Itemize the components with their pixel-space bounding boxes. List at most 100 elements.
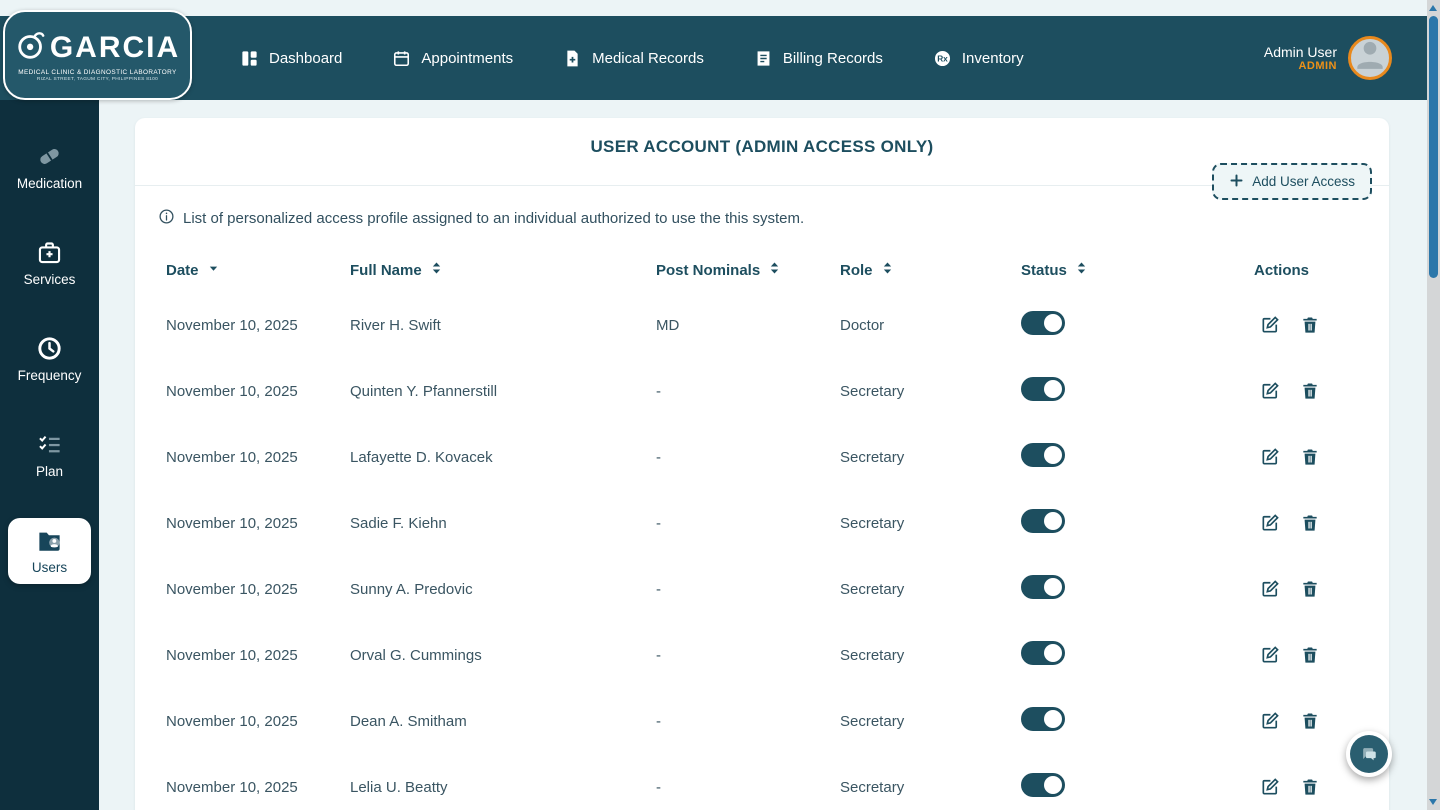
- main-nav: Dashboard Appointments Medical Records B…: [240, 49, 1024, 68]
- cell-date: November 10, 2025: [166, 514, 298, 532]
- trash-icon: [1300, 513, 1320, 533]
- cell-post-nominals: -: [656, 382, 661, 400]
- edit-button[interactable]: [1260, 579, 1280, 599]
- trash-icon: [1300, 579, 1320, 599]
- user-account-card: USER ACCOUNT (ADMIN ACCESS ONLY) Add Use…: [135, 118, 1389, 810]
- sidebar: Medication Services Frequency Plan Users: [0, 100, 99, 810]
- edit-button[interactable]: [1260, 315, 1280, 335]
- user-menu[interactable]: Admin User ADMIN: [1264, 16, 1392, 100]
- edit-icon: [1260, 777, 1280, 797]
- edit-button[interactable]: [1260, 513, 1280, 533]
- sidebar-item-users[interactable]: Users: [8, 518, 91, 584]
- edit-icon: [1260, 381, 1280, 401]
- sidebar-item-medication[interactable]: Medication: [8, 134, 91, 200]
- edit-button[interactable]: [1260, 777, 1280, 797]
- delete-button[interactable]: [1300, 447, 1320, 467]
- svg-text:Rx: Rx: [937, 53, 948, 63]
- cell-full-name: Lelia U. Beatty: [350, 778, 448, 796]
- table-row: November 10, 2025 Quinten Y. Pfannerstil…: [166, 358, 1358, 424]
- nav-label: Billing Records: [782, 49, 883, 67]
- delete-button[interactable]: [1300, 711, 1320, 731]
- nav-item-billing-records[interactable]: Billing Records: [754, 49, 883, 68]
- nav-label: Dashboard: [269, 49, 343, 67]
- column-header-role[interactable]: Role: [840, 261, 1021, 279]
- sidebar-item-services[interactable]: Services: [8, 230, 91, 296]
- table-row: November 10, 2025 Sadie F. Kiehn - Secre…: [166, 490, 1358, 556]
- scrollbar-thumb[interactable]: [1429, 16, 1438, 278]
- brand-address: RIZAL STREET, TAGUM CITY, PHILIPPINES 81…: [36, 77, 159, 82]
- cell-date: November 10, 2025: [166, 712, 298, 730]
- sidebar-item-label: Frequency: [17, 368, 82, 383]
- status-toggle[interactable]: [1021, 707, 1065, 731]
- brand-logo[interactable]: GARCIA MEDICAL CLINIC & DIAGNOSTIC LABOR…: [3, 10, 192, 100]
- delete-button[interactable]: [1300, 381, 1320, 401]
- edit-button[interactable]: [1260, 645, 1280, 665]
- column-label: Status: [1021, 261, 1067, 279]
- table-row: November 10, 2025 River H. Swift MD Doct…: [166, 292, 1358, 358]
- sidebar-item-plan[interactable]: Plan: [8, 422, 91, 488]
- edit-button[interactable]: [1260, 381, 1280, 401]
- divider: [135, 185, 1389, 186]
- sidebar-item-label: Users: [31, 560, 68, 575]
- delete-button[interactable]: [1300, 315, 1320, 335]
- nav-item-medical-records[interactable]: Medical Records: [563, 49, 704, 68]
- status-toggle[interactable]: [1021, 443, 1065, 467]
- status-toggle[interactable]: [1021, 773, 1065, 797]
- cell-post-nominals: -: [656, 448, 661, 466]
- status-toggle[interactable]: [1021, 575, 1065, 599]
- nav-label: Medical Records: [592, 49, 704, 67]
- sort-arrows-icon: [431, 261, 442, 279]
- plus-icon: [1229, 173, 1244, 191]
- cell-full-name: Orval G. Cummings: [350, 646, 482, 664]
- nav-item-dashboard[interactable]: Dashboard: [240, 49, 342, 68]
- user-name: Admin User: [1263, 44, 1337, 60]
- description-text: List of personalized access profile assi…: [183, 210, 805, 227]
- cell-role: Secretary: [840, 580, 905, 598]
- column-header-status[interactable]: Status: [1021, 261, 1254, 279]
- column-label: Date: [166, 261, 199, 279]
- cell-date: November 10, 2025: [166, 580, 298, 598]
- cell-post-nominals: MD: [656, 316, 680, 334]
- delete-button[interactable]: [1300, 513, 1320, 533]
- edit-button[interactable]: [1260, 711, 1280, 731]
- nav-item-appointments[interactable]: Appointments: [392, 49, 513, 68]
- cell-role: Secretary: [840, 514, 905, 532]
- info-circle-icon: [158, 208, 175, 229]
- status-toggle[interactable]: [1021, 641, 1065, 665]
- table-row: November 10, 2025 Lafayette D. Kovacek -…: [166, 424, 1358, 490]
- nav-item-inventory[interactable]: Rx Inventory: [933, 49, 1024, 68]
- medical-file-icon: [563, 49, 582, 68]
- trash-icon: [1300, 711, 1320, 731]
- scroll-down-arrow-icon[interactable]: [1429, 799, 1437, 805]
- delete-button[interactable]: [1300, 579, 1320, 599]
- scroll-up-arrow-icon[interactable]: [1429, 5, 1437, 11]
- status-toggle[interactable]: [1021, 377, 1065, 401]
- avatar[interactable]: [1348, 36, 1392, 80]
- chat-fab-button[interactable]: [1346, 731, 1392, 777]
- sort-arrows-icon: [769, 261, 780, 279]
- nav-label: Inventory: [961, 49, 1024, 67]
- table-row: November 10, 2025 Lelia U. Beatty - Secr…: [166, 754, 1358, 810]
- dashboard-icon: [240, 49, 259, 68]
- status-toggle[interactable]: [1021, 311, 1065, 335]
- column-header-date[interactable]: Date: [166, 261, 350, 279]
- cell-post-nominals: -: [656, 514, 661, 532]
- edit-button[interactable]: [1260, 447, 1280, 467]
- cell-post-nominals: -: [656, 646, 661, 664]
- vertical-scrollbar[interactable]: [1427, 0, 1440, 810]
- status-toggle[interactable]: [1021, 509, 1065, 533]
- nav-label: Appointments: [421, 49, 514, 67]
- sidebar-item-frequency[interactable]: Frequency: [8, 326, 91, 392]
- delete-button[interactable]: [1300, 645, 1320, 665]
- delete-button[interactable]: [1300, 777, 1320, 797]
- garcia-circle-logo-icon: [15, 28, 49, 67]
- column-label: Post Nominals: [656, 261, 761, 279]
- trash-icon: [1300, 777, 1320, 797]
- top-navbar: GARCIA MEDICAL CLINIC & DIAGNOSTIC LABOR…: [0, 10, 1427, 100]
- add-user-access-button[interactable]: Add User Access: [1212, 163, 1372, 200]
- column-header-full-name[interactable]: Full Name: [350, 261, 656, 279]
- cell-post-nominals: -: [656, 580, 661, 598]
- brand-name: GARCIA: [49, 30, 181, 64]
- column-header-post-nominals[interactable]: Post Nominals: [656, 261, 840, 279]
- clock-icon: [36, 335, 63, 362]
